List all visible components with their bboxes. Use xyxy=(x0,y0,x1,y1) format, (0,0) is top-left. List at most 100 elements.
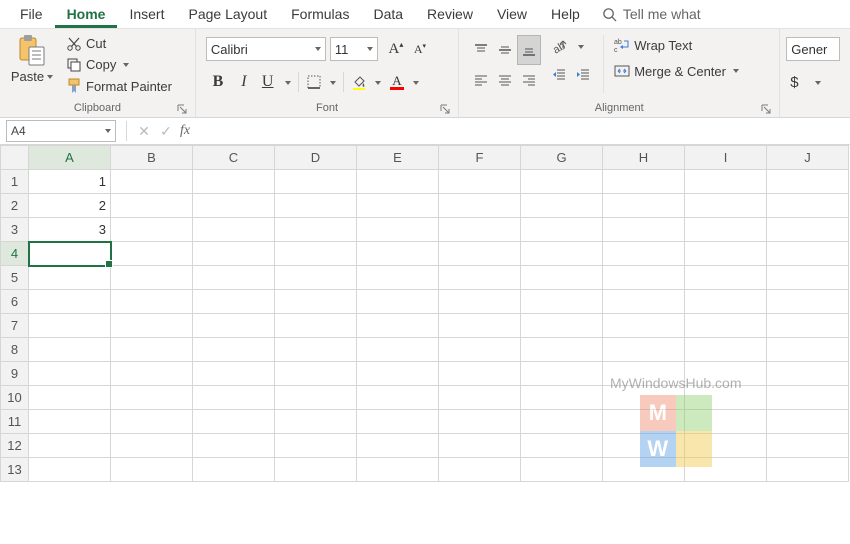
row-header-12[interactable]: 12 xyxy=(1,434,29,458)
column-header-D[interactable]: D xyxy=(275,146,357,170)
cell-B9[interactable] xyxy=(111,362,193,386)
cell-G1[interactable] xyxy=(521,170,603,194)
row-header-3[interactable]: 3 xyxy=(1,218,29,242)
cancel-formula-button[interactable]: ✕ xyxy=(133,120,155,142)
cell-B4[interactable] xyxy=(111,242,193,266)
cell-E10[interactable] xyxy=(357,386,439,410)
cell-D12[interactable] xyxy=(275,434,357,458)
cell-B3[interactable] xyxy=(111,218,193,242)
font-size-select[interactable]: 11 xyxy=(330,37,378,61)
cell-H8[interactable] xyxy=(603,338,685,362)
cell-C10[interactable] xyxy=(193,386,275,410)
cell-G7[interactable] xyxy=(521,314,603,338)
font-dialog-launcher[interactable] xyxy=(439,103,452,116)
cell-D6[interactable] xyxy=(275,290,357,314)
cell-H12[interactable] xyxy=(603,434,685,458)
cell-F1[interactable] xyxy=(439,170,521,194)
cell-D3[interactable] xyxy=(275,218,357,242)
cell-C8[interactable] xyxy=(193,338,275,362)
accounting-format-button[interactable]: $ xyxy=(786,71,824,93)
column-header-I[interactable]: I xyxy=(685,146,767,170)
menu-tab-home[interactable]: Home xyxy=(55,0,118,28)
cell-A13[interactable] xyxy=(29,458,111,482)
cell-B5[interactable] xyxy=(111,266,193,290)
cell-F13[interactable] xyxy=(439,458,521,482)
cell-B12[interactable] xyxy=(111,434,193,458)
cell-F2[interactable] xyxy=(439,194,521,218)
menu-tab-file[interactable]: File xyxy=(8,0,55,28)
italic-button[interactable]: I xyxy=(232,71,256,93)
cell-D13[interactable] xyxy=(275,458,357,482)
tell-me-search[interactable]: Tell me what xyxy=(592,0,705,28)
menu-tab-review[interactable]: Review xyxy=(415,0,485,28)
cell-A10[interactable] xyxy=(29,386,111,410)
cell-I10[interactable] xyxy=(685,386,767,410)
cell-F4[interactable] xyxy=(439,242,521,266)
cell-H7[interactable] xyxy=(603,314,685,338)
cell-J12[interactable] xyxy=(767,434,849,458)
borders-button[interactable] xyxy=(303,71,339,93)
menu-tab-help[interactable]: Help xyxy=(539,0,592,28)
menu-tab-view[interactable]: View xyxy=(485,0,539,28)
column-header-A[interactable]: A xyxy=(29,146,111,170)
cell-J3[interactable] xyxy=(767,218,849,242)
bold-button[interactable]: B xyxy=(206,71,230,93)
cell-D9[interactable] xyxy=(275,362,357,386)
cell-B10[interactable] xyxy=(111,386,193,410)
cell-A5[interactable] xyxy=(29,266,111,290)
cell-J1[interactable] xyxy=(767,170,849,194)
column-header-E[interactable]: E xyxy=(357,146,439,170)
cell-D7[interactable] xyxy=(275,314,357,338)
cell-G8[interactable] xyxy=(521,338,603,362)
cell-I2[interactable] xyxy=(685,194,767,218)
cell-I4[interactable] xyxy=(685,242,767,266)
cell-A12[interactable] xyxy=(29,434,111,458)
cell-J5[interactable] xyxy=(767,266,849,290)
column-header-C[interactable]: C xyxy=(193,146,275,170)
cell-C2[interactable] xyxy=(193,194,275,218)
formula-input[interactable] xyxy=(199,121,850,141)
cell-H11[interactable] xyxy=(603,410,685,434)
cell-F10[interactable] xyxy=(439,386,521,410)
align-right-button[interactable] xyxy=(517,65,541,95)
cell-I3[interactable] xyxy=(685,218,767,242)
row-header-5[interactable]: 5 xyxy=(1,266,29,290)
cell-F8[interactable] xyxy=(439,338,521,362)
column-header-B[interactable]: B xyxy=(111,146,193,170)
cell-G6[interactable] xyxy=(521,290,603,314)
column-header-H[interactable]: H xyxy=(603,146,685,170)
row-header-11[interactable]: 11 xyxy=(1,410,29,434)
cell-A8[interactable] xyxy=(29,338,111,362)
cell-I1[interactable] xyxy=(685,170,767,194)
cell-I8[interactable] xyxy=(685,338,767,362)
cell-H4[interactable] xyxy=(603,242,685,266)
cell-H13[interactable] xyxy=(603,458,685,482)
cell-J9[interactable] xyxy=(767,362,849,386)
merge-center-button[interactable]: Merge & Center xyxy=(610,61,743,81)
row-header-8[interactable]: 8 xyxy=(1,338,29,362)
cell-F9[interactable] xyxy=(439,362,521,386)
cell-I9[interactable] xyxy=(685,362,767,386)
decrease-font-button[interactable]: A▾ xyxy=(408,38,432,60)
align-top-button[interactable] xyxy=(469,35,493,65)
cell-J7[interactable] xyxy=(767,314,849,338)
cell-I11[interactable] xyxy=(685,410,767,434)
cell-A9[interactable] xyxy=(29,362,111,386)
cell-D5[interactable] xyxy=(275,266,357,290)
menu-tab-page-layout[interactable]: Page Layout xyxy=(176,0,279,28)
cell-C12[interactable] xyxy=(193,434,275,458)
cell-G4[interactable] xyxy=(521,242,603,266)
cell-C5[interactable] xyxy=(193,266,275,290)
cell-H6[interactable] xyxy=(603,290,685,314)
cell-H5[interactable] xyxy=(603,266,685,290)
cell-G12[interactable] xyxy=(521,434,603,458)
column-header-G[interactable]: G xyxy=(521,146,603,170)
cell-J4[interactable] xyxy=(767,242,849,266)
cell-J11[interactable] xyxy=(767,410,849,434)
cell-C13[interactable] xyxy=(193,458,275,482)
underline-button[interactable]: U xyxy=(258,71,294,93)
cell-F6[interactable] xyxy=(439,290,521,314)
cell-G9[interactable] xyxy=(521,362,603,386)
cell-E9[interactable] xyxy=(357,362,439,386)
cell-H1[interactable] xyxy=(603,170,685,194)
